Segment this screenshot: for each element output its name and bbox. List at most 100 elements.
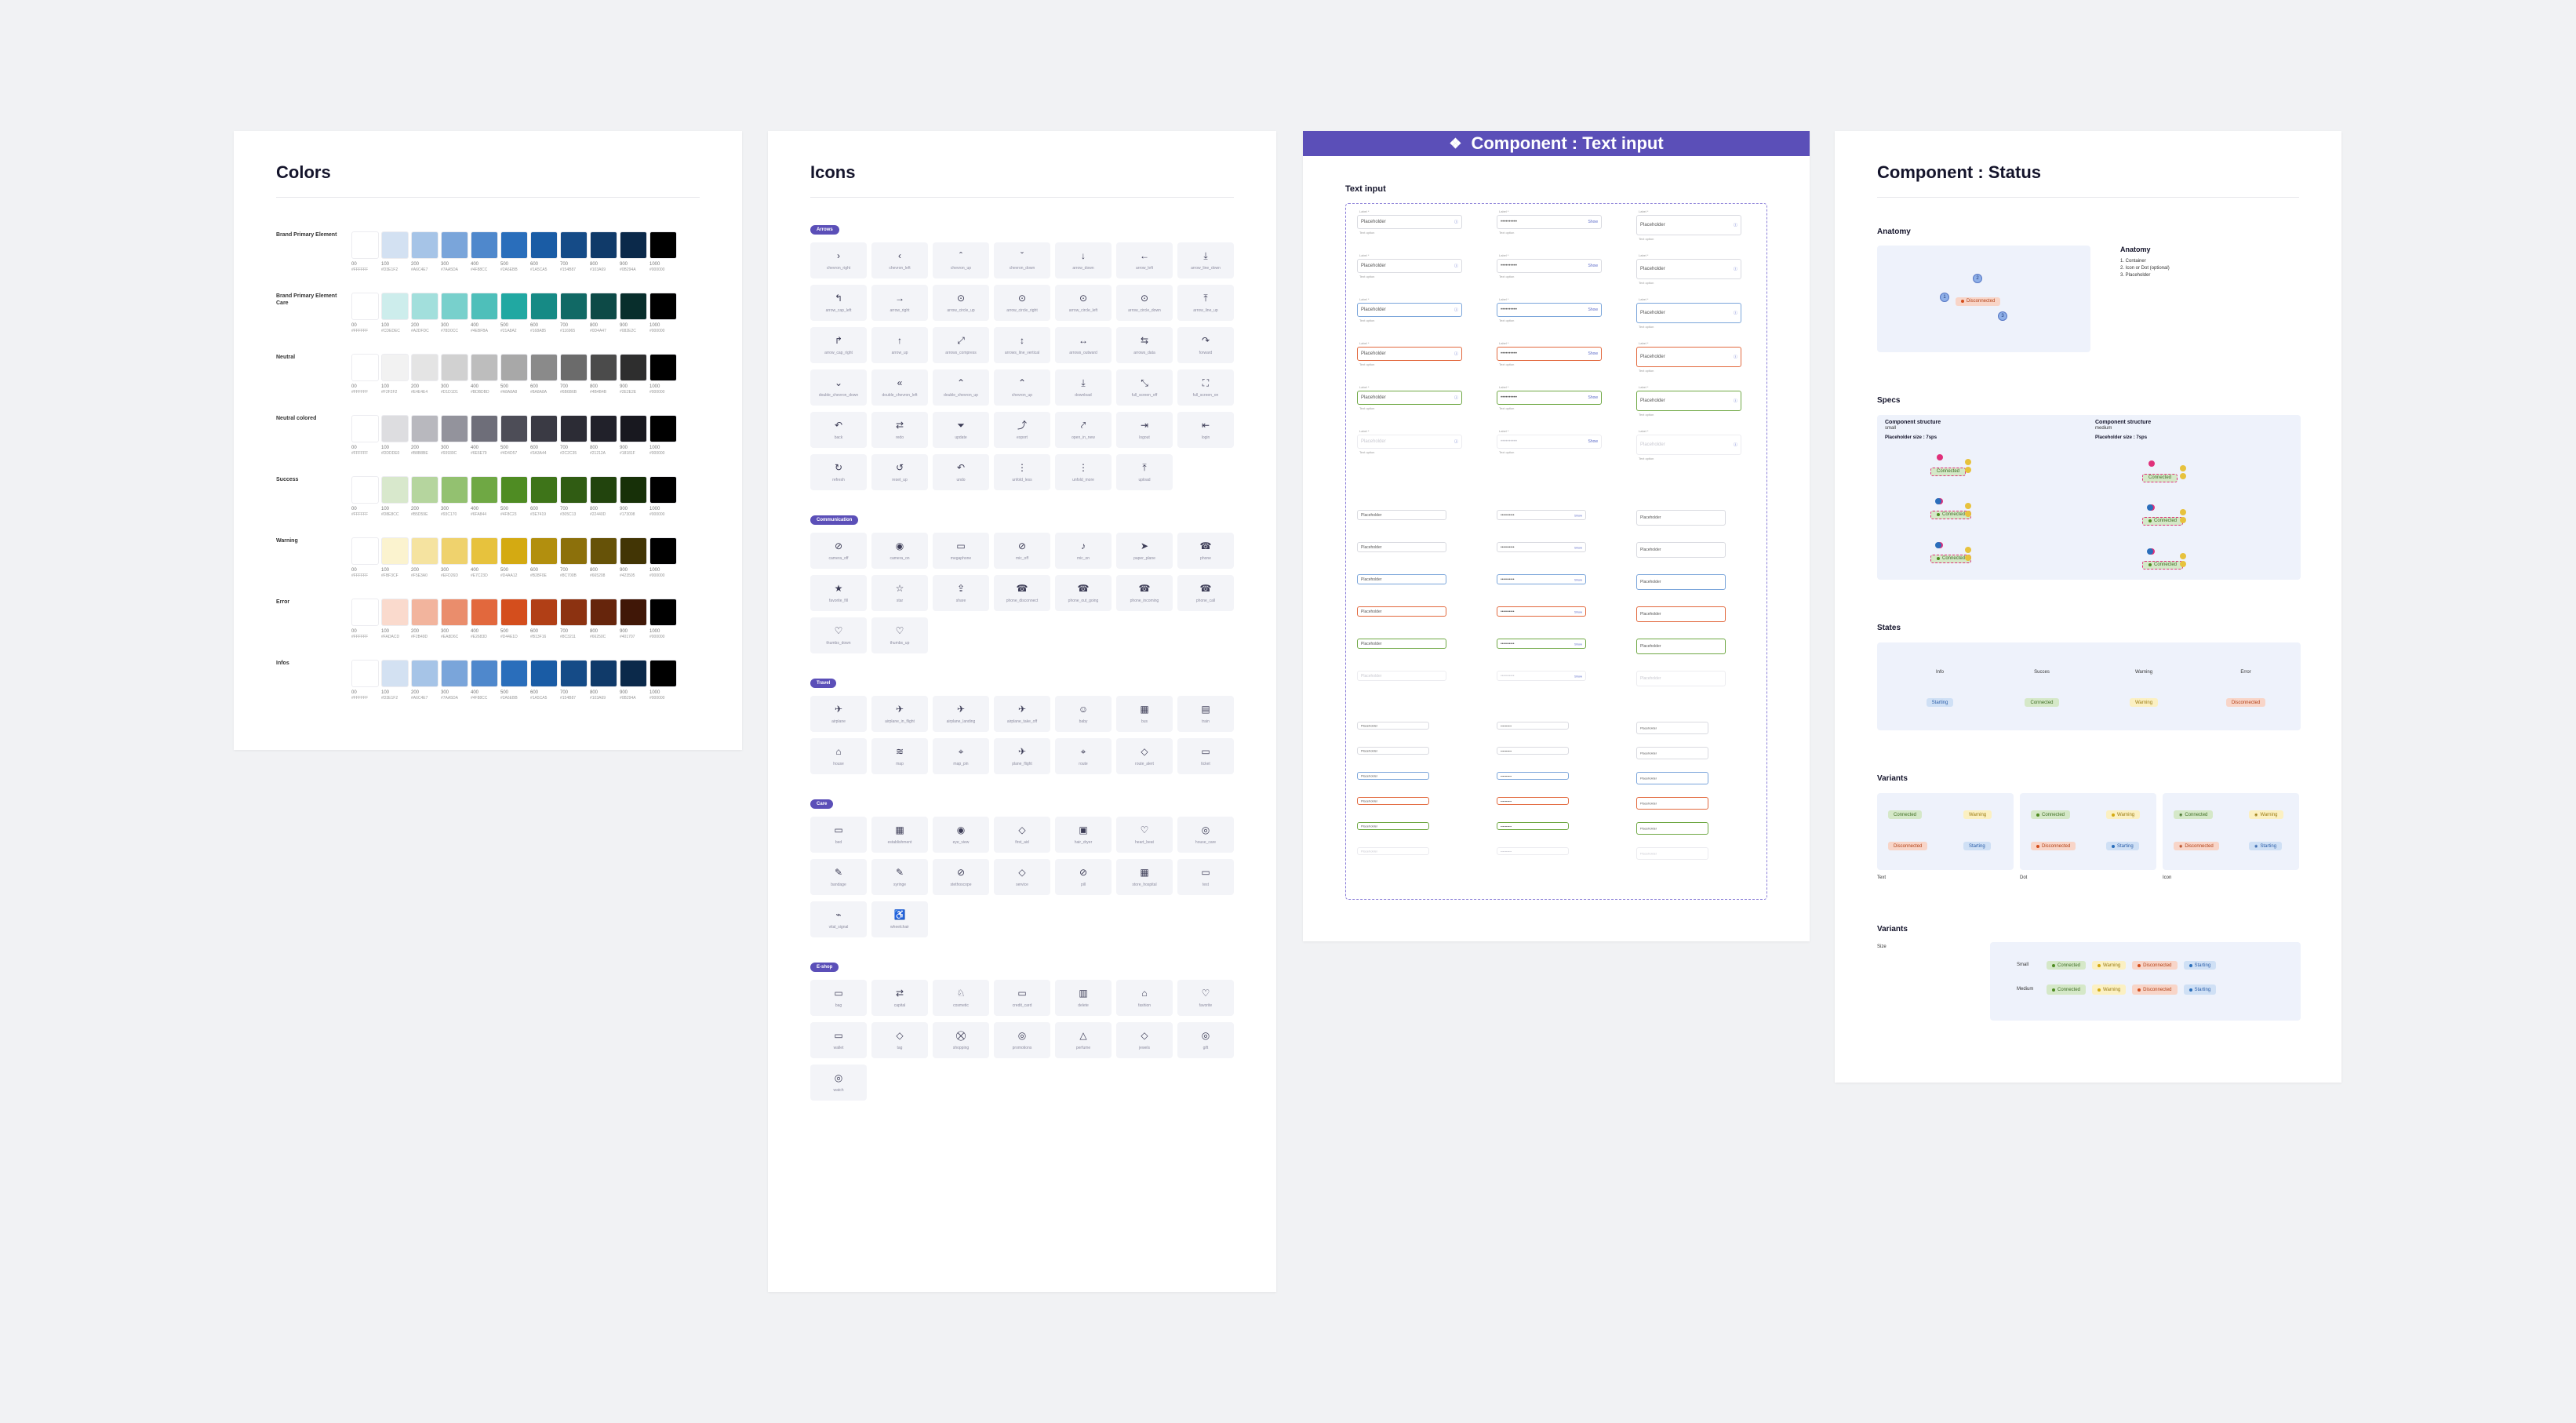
color-swatch[interactable]: 1000 #000000 <box>649 599 677 640</box>
text-field-medium[interactable]: Placeholder <box>1357 639 1446 649</box>
icon-share[interactable]: ⇪ share <box>933 575 989 611</box>
color-swatch[interactable]: 400 #4F88CC <box>471 660 498 701</box>
color-swatch[interactable]: 1000 #000000 <box>649 231 677 273</box>
color-swatch[interactable]: 200 #B8B8BE <box>411 415 438 457</box>
text-field-medium[interactable]: •••••••••• Show <box>1497 510 1586 520</box>
icon-phone-call[interactable]: ☎ phone_call <box>1177 575 1234 611</box>
color-swatch[interactable]: 00 #FFFFFF <box>351 354 379 395</box>
icon-test[interactable]: ▭ test <box>1177 859 1234 895</box>
icon-route-alert[interactable]: ◇ route_alert <box>1116 738 1173 774</box>
color-swatch[interactable]: 800 #103A69 <box>590 231 617 273</box>
show-password-toggle[interactable]: Show <box>1574 513 1582 517</box>
icon-ticket[interactable]: ▭ ticket <box>1177 738 1234 774</box>
icon-delete[interactable]: ▥ delete <box>1055 980 1112 1016</box>
color-swatch[interactable]: 700 #2C2C35 <box>560 415 588 457</box>
text-field-small[interactable]: •••••••••• <box>1497 822 1569 830</box>
icon-camera-on[interactable]: ◉ camera_on <box>871 533 928 569</box>
color-swatch[interactable]: 900 #173008 <box>620 476 647 518</box>
text-field-medium[interactable]: Placeholder <box>1357 542 1446 552</box>
color-swatch[interactable]: 800 #66250C <box>590 599 617 640</box>
color-swatch[interactable]: 1000 #000000 <box>649 537 677 579</box>
text-field-medium[interactable]: •••••••••• Show <box>1497 639 1586 649</box>
icon-capital[interactable]: ⇄ capital <box>871 980 928 1016</box>
color-swatch[interactable]: 00 #FFFFFF <box>351 293 379 334</box>
icon-arrow-circle-right[interactable]: ⊙ arrow_circle_right <box>994 285 1050 321</box>
color-swatch[interactable]: 500 #2A6EBB <box>500 660 528 701</box>
icon-megaphone[interactable]: ▭ megaphone <box>933 533 989 569</box>
icon-fashion[interactable]: ⌂ fashion <box>1116 980 1173 1016</box>
color-swatch[interactable]: 200 #A2DFDC <box>411 293 438 334</box>
icon-phone-incoming[interactable]: ☎ phone_incoming <box>1116 575 1173 611</box>
text-field-medium[interactable]: •••••••••• Show <box>1497 671 1586 681</box>
text-field-medium[interactable]: Placeholder <box>1636 671 1726 686</box>
color-swatch[interactable]: 800 #103A69 <box>590 660 617 701</box>
color-swatch[interactable]: 300 #93C170 <box>441 476 468 518</box>
icon-arrow-up[interactable]: ↑ arrow_up <box>871 327 928 363</box>
color-swatch[interactable]: 400 #4EBFBA <box>471 293 498 334</box>
color-swatch[interactable]: 100 #CDEDEC <box>381 293 409 334</box>
text-field-medium[interactable]: Placeholder <box>1636 606 1726 622</box>
icon-arrow-circle-down[interactable]: ⊙ arrow_circle_down <box>1116 285 1173 321</box>
icon-tag[interactable]: ◇ tag <box>871 1022 928 1058</box>
icon-arrow-line-down[interactable]: ⤓ arrow_line_down <box>1177 242 1234 278</box>
color-swatch[interactable]: 600 #8A8A8A <box>530 354 558 395</box>
icon-forward[interactable]: ↷ forward <box>1177 327 1234 363</box>
show-password-toggle[interactable]: Show <box>1588 395 1598 400</box>
icon-bag[interactable]: ▭ bag <box>810 980 867 1016</box>
color-swatch[interactable]: 700 #116965 <box>560 293 588 334</box>
text-field[interactable]: Label * Placeholder Text option ⓘ <box>1357 209 1462 235</box>
text-field[interactable]: Label * •••••••••• Text option Show <box>1497 297 1602 322</box>
color-swatch[interactable]: 100 #D3E1F2 <box>381 231 409 273</box>
text-field-medium[interactable]: Placeholder <box>1636 542 1726 558</box>
icon-arrow-left[interactable]: ← arrow_left <box>1116 242 1173 278</box>
icon-full-screen-off[interactable]: ⤡ full_screen_off <box>1116 369 1173 406</box>
color-swatch[interactable]: 200 #A6C4E7 <box>411 660 438 701</box>
color-swatch[interactable]: 100 #F2F2F2 <box>381 354 409 395</box>
color-swatch[interactable]: 200 #E4E4E4 <box>411 354 438 395</box>
color-swatch[interactable]: 00 #FFFFFF <box>351 660 379 701</box>
icon-establishment[interactable]: ▦ establishment <box>871 817 928 853</box>
text-field-small[interactable]: Placeholder <box>1357 797 1429 805</box>
text-field-small[interactable]: Placeholder <box>1357 722 1429 730</box>
color-swatch[interactable]: 100 #D8E8CC <box>381 476 409 518</box>
text-field[interactable]: Label * Placeholder Text option ⓘ <box>1636 253 1741 285</box>
text-field[interactable]: Label * Placeholder Text option ⓘ <box>1636 385 1741 417</box>
icon-phone-disconnect[interactable]: ☎ phone_disconnect <box>994 575 1050 611</box>
text-field-small[interactable]: Placeholder <box>1636 797 1708 810</box>
icon-arrow-right[interactable]: → arrow_right <box>871 285 928 321</box>
color-swatch[interactable]: 300 #7AA5DA <box>441 231 468 273</box>
icon-wheelchair[interactable]: ♿ wheelchair <box>871 901 928 937</box>
color-swatch[interactable]: 800 #0D4A47 <box>590 293 617 334</box>
text-field[interactable]: Label * •••••••••• Text option Show <box>1497 253 1602 278</box>
color-swatch[interactable]: 1000 #000000 <box>649 354 677 395</box>
text-field-small[interactable]: Placeholder <box>1636 772 1708 784</box>
text-field[interactable]: Label * •••••••••• Text option Show <box>1497 209 1602 235</box>
icon-house[interactable]: ⌂ house <box>810 738 867 774</box>
show-password-toggle[interactable]: Show <box>1574 674 1582 678</box>
icon-hair-dryer[interactable]: ▣ hair_dryer <box>1055 817 1112 853</box>
text-field[interactable]: Label * Placeholder Text option ⓘ <box>1636 341 1741 373</box>
text-field[interactable]: Label * Placeholder Text option ⓘ <box>1357 385 1462 410</box>
color-swatch[interactable]: 600 #B13F16 <box>530 599 558 640</box>
color-swatch[interactable]: 800 #4B4B4B <box>590 354 617 395</box>
color-swatch[interactable]: 400 #6E6E79 <box>471 415 498 457</box>
text-field-small[interactable]: Placeholder <box>1357 822 1429 830</box>
color-swatch[interactable]: 500 #21A8A2 <box>500 293 528 334</box>
icon-arrow-cap-right[interactable]: ↱ arrow_cap_right <box>810 327 867 363</box>
icon-promotions[interactable]: ◎ promotions <box>994 1022 1050 1058</box>
color-swatch[interactable]: 500 #D4AA12 <box>500 537 528 579</box>
color-swatch[interactable]: 400 #6FA844 <box>471 476 498 518</box>
icon-watch[interactable]: ◎ watch <box>810 1065 867 1101</box>
icon-store-hospital[interactable]: ▦ store_hospital <box>1116 859 1173 895</box>
icon-arrow-cap-left[interactable]: ↰ arrow_cap_left <box>810 285 867 321</box>
icon-arrows-data[interactable]: ⇆ arrows_data <box>1116 327 1173 363</box>
color-swatch[interactable]: 1000 #000000 <box>649 415 677 457</box>
icon-arrow-circle-left[interactable]: ⊙ arrow_circle_left <box>1055 285 1112 321</box>
color-swatch[interactable]: 1000 #000000 <box>649 660 677 701</box>
text-field[interactable]: Label * •••••••••• Text option Show <box>1497 429 1602 454</box>
icon-airplane[interactable]: ✈ airplane <box>810 696 867 732</box>
icon-airplane-take-off[interactable]: ✈ airplane_take_off <box>994 696 1050 732</box>
text-field-small[interactable]: Placeholder <box>1357 772 1429 780</box>
icon-download[interactable]: ⤓ download <box>1055 369 1112 406</box>
icon-arrow-down[interactable]: ↓ arrow_down <box>1055 242 1112 278</box>
